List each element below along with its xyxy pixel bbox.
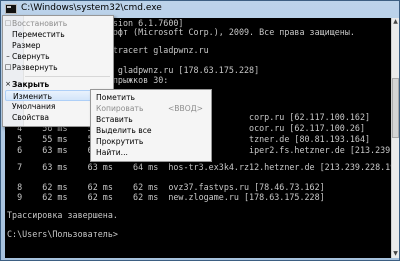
submenu-item-select-all[interactable]: Выделить все [93,125,207,136]
menu-item-minimize[interactable]: – Свернуть [5,51,109,62]
scroll-up-icon[interactable]: ▲ [392,18,399,26]
maximize-icon: □ [4,63,12,71]
scroll-down-icon[interactable]: ▼ [392,250,399,258]
menu-item-maximize[interactable]: □ Развернуть [5,62,109,73]
copy-shortcut: <ВВОД> [167,104,203,113]
submenu-item-copy[interactable]: Копировать <ВВОД> [93,103,207,114]
menu-item-size[interactable]: Размер [5,40,109,51]
console-line: Трассировка завершена. [7,210,118,220]
vertical-scrollbar[interactable]: ▲ ▼ [391,18,399,258]
console-line: 7 63 ms 63 ms 64 ms hos-tr3.ex3k4.rz12.h… [7,162,391,172]
submenu-item-mark[interactable]: Пометить [93,92,207,103]
restore-icon: □ [4,19,12,27]
submenu-item-paste[interactable]: Вставить [93,114,207,125]
close-icon: × [5,80,11,88]
submenu-item-scroll[interactable]: Прокрутить [93,136,207,147]
menu-item-restore[interactable]: □ Восстановить [5,18,109,29]
scrollbar-thumb[interactable] [392,78,399,138]
edit-submenu: Пометить Копировать <ВВОД> Вставить Выде… [90,89,212,162]
menu-item-move[interactable]: Переместить [5,29,109,40]
console-line: C:\Users\Пользователь> [7,229,118,239]
menu-separator [25,76,110,77]
console-line: 9 62 ms 62 ms 62 ms new.zlogame.ru [178.… [7,192,325,202]
minimize-icon: – [6,52,10,60]
window-title: C:\Windows\system32\cmd.exe [21,3,162,13]
console-line: 8 62 ms 62 ms 62 ms ovz37.fastvps.ru [78… [7,182,325,192]
submenu-item-find[interactable]: Найти... [93,147,207,158]
cmd-icon[interactable] [5,4,17,14]
